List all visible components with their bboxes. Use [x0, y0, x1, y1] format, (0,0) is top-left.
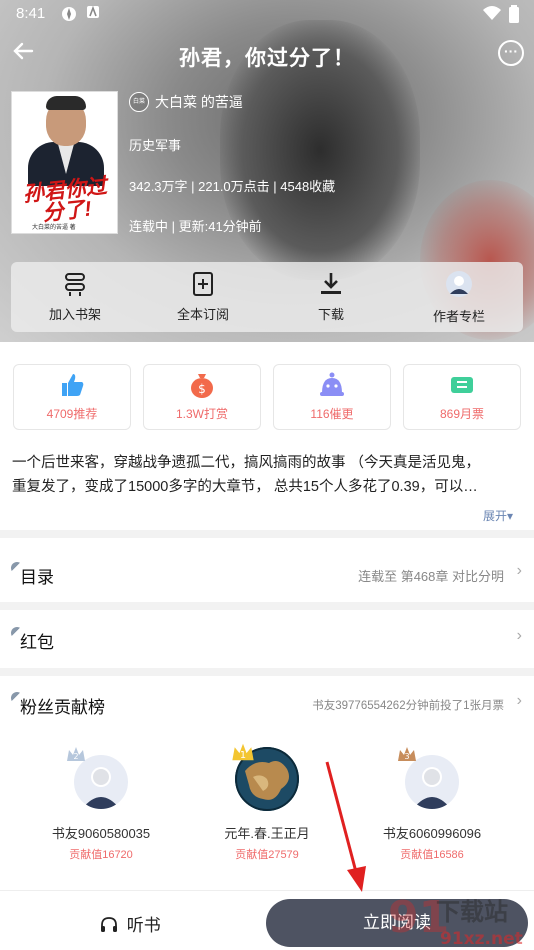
book-detail-content: 4709推荐 $ 1.3W打赏 116催更 869月票 一个后世来客，穿越战争遗…: [0, 342, 534, 950]
notification-icon: [86, 5, 100, 23]
author-name: 大白菜 的苦逼: [155, 94, 243, 110]
thumbs-up-icon: [62, 374, 84, 396]
ticket-icon: [451, 377, 473, 393]
red-packet-title: 红包: [20, 633, 54, 652]
stat-label: 869月票: [439, 407, 485, 421]
expand-button[interactable]: 展开▾: [483, 507, 513, 524]
download-icon: [321, 273, 341, 294]
catalog-row[interactable]: 目录 连载至 第468章 对比分明 ›: [0, 545, 534, 601]
svg-text:3: 3: [404, 752, 409, 761]
app-status-icon: [60, 5, 78, 27]
book-status: 连载中 | 更新:41分钟前: [129, 219, 262, 234]
bronze-crown-icon: 3: [398, 747, 416, 761]
action-label: 作者专栏: [432, 309, 485, 324]
book-cover[interactable]: 孙君你过分了! 大白菜的苦逼 著: [11, 91, 118, 234]
watermark: 91 下载站 91xz.net: [380, 880, 534, 950]
book-stats: 342.3万字 | 221.0万点击 | 4548收藏: [129, 179, 336, 194]
bookshelf-icon: [65, 273, 85, 296]
author-link[interactable]: 白菜 大白菜 的苦逼: [129, 92, 243, 112]
status-time: 8:41: [16, 5, 46, 22]
status-bar: 8:41: [0, 0, 534, 28]
action-bar: 加入书架 全本订阅 下载 作者专栏: [11, 262, 523, 332]
author-badge-icon: 白菜: [129, 92, 149, 112]
red-packet-row[interactable]: 红包 ›: [0, 610, 534, 666]
divider: [0, 602, 534, 610]
book-category: 历史军事: [129, 138, 182, 153]
svg-text:1: 1: [240, 750, 246, 761]
stat-label: 116催更: [310, 407, 354, 421]
watermark-title: 下载站: [436, 898, 508, 926]
action-label: 下载: [317, 307, 344, 322]
watermark-url: 91xz.net: [440, 929, 523, 949]
cover-title: 孙君你过分了!: [21, 174, 108, 226]
subscribe-all-button[interactable]: 全本订阅: [139, 262, 267, 332]
monthly-ticket-button[interactable]: 869月票: [403, 364, 521, 430]
author-column-button[interactable]: 作者专栏: [395, 262, 523, 332]
chevron-right-icon: ›: [516, 562, 522, 579]
gold-crown-icon: 1: [232, 743, 254, 761]
stat-label: 1.3W打赏: [175, 407, 228, 421]
catalog-title: 目录: [20, 568, 54, 587]
fan-score: 贡献值16720: [69, 849, 133, 861]
stat-label: 4709推荐: [46, 407, 98, 421]
recommend-button[interactable]: 4709推荐: [13, 364, 131, 430]
catalog-info: 连载至 第468章 对比分明: [358, 569, 504, 584]
chevron-right-icon: ›: [516, 627, 522, 644]
fans-ranking-title: 粉丝贡献榜: [20, 698, 105, 717]
svg-text:$: $: [198, 382, 206, 396]
listen-button[interactable]: 听书: [100, 911, 161, 936]
page-title: 孙君，你过分了！: [179, 47, 355, 70]
download-button[interactable]: 下载: [267, 262, 395, 332]
fans-ranking-row[interactable]: 粉丝贡献榜 书友39776554262分钟前投了1张月票 ›: [0, 675, 534, 731]
reward-button[interactable]: $ 1.3W打赏: [143, 364, 261, 430]
author-avatar-icon: [446, 271, 472, 297]
chevron-right-icon: ›: [516, 692, 522, 709]
subscribe-icon: [193, 272, 213, 296]
stats-row: 4709推荐 $ 1.3W打赏 116催更 869月票: [13, 364, 521, 430]
intro-line: 一个后世来客，穿越战争遗孤二代，搞风搞雨的故事 （今天真是活见鬼，: [12, 455, 481, 471]
fan-name: 元年.春.王正月: [224, 826, 310, 841]
action-label: 加入书架: [48, 307, 101, 322]
intro-line: 重复发了，变成了15000多字的大章节， 总共15个人多花了0.39，可以…: [12, 479, 478, 495]
divider: [0, 530, 534, 538]
book-intro[interactable]: 一个后世来客，穿越战争遗孤二代，搞风搞雨的故事 （今天真是活见鬼， 重复发了，变…: [12, 451, 524, 499]
action-label: 全本订阅: [176, 307, 229, 322]
headphones-icon: [101, 917, 117, 932]
urge-update-button[interactable]: 116催更: [273, 364, 391, 430]
alarm-face-icon: [320, 372, 344, 396]
fan-score: 贡献值16586: [400, 849, 464, 861]
fan-avatar: [405, 755, 459, 809]
fan-name: 书友6060996096: [382, 826, 482, 841]
listen-label: 听书: [126, 916, 161, 935]
fan-score: 贡献值27579: [235, 849, 299, 861]
silver-crown-icon: 2: [67, 747, 85, 761]
fans-ranking-info: 书友39776554262分钟前投了1张月票: [312, 700, 504, 712]
wifi-icon: [482, 5, 502, 25]
more-options-icon[interactable]: ···: [498, 40, 524, 66]
top-navigation: 孙君，你过分了！ ···: [0, 34, 534, 74]
money-bag-icon: $: [191, 374, 213, 398]
add-to-shelf-button[interactable]: 加入书架: [11, 262, 139, 332]
fan-avatar: [74, 755, 128, 809]
battery-icon: [508, 5, 520, 27]
cover-author: 大白菜的苦逼 著: [32, 225, 76, 231]
svg-text:2: 2: [73, 752, 78, 761]
fan-name: 书友9060580035: [51, 826, 151, 841]
